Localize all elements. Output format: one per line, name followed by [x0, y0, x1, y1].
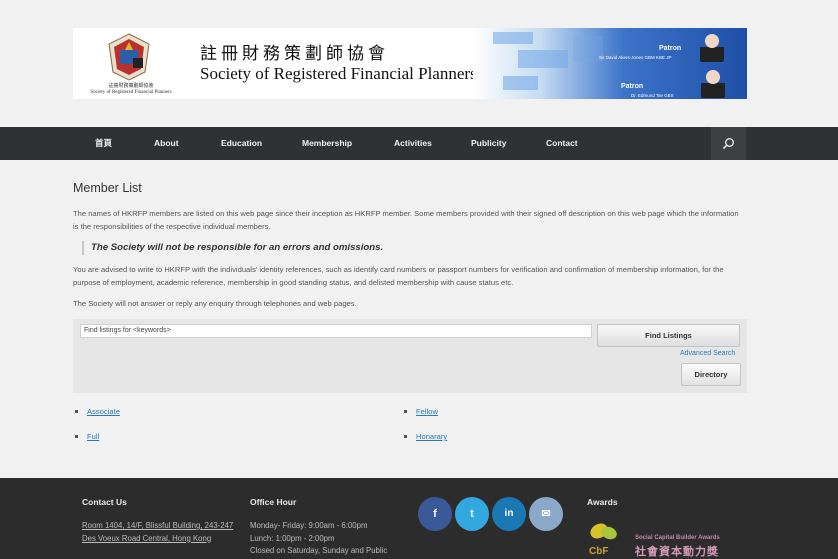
email-button[interactable]: ✉	[529, 497, 563, 531]
category-full-link[interactable]: Full	[87, 432, 99, 441]
site-footer: Contact Us Room 1404, 14/F, Blissful Bui…	[0, 478, 838, 559]
awards-heading: Awards	[587, 497, 618, 507]
patron-panel: Patron Sir David Akers-Jones GBM KBE JP …	[473, 28, 747, 99]
award-name-cn: 社會資本動力獎	[635, 545, 719, 558]
hours-line: Closed on Saturday, Sunday and Public	[250, 546, 388, 555]
patron2-photo	[701, 68, 725, 98]
decor-block	[503, 76, 538, 90]
category-associate-link[interactable]: Associate	[87, 407, 120, 416]
linkedin-button[interactable]: in	[492, 497, 526, 531]
address-link[interactable]: Room 1404, 14/F, Blissful Building, 243-…	[82, 520, 237, 545]
award-logo[interactable]: CbF Social Capital Builder Awards 社會資本動力…	[587, 519, 737, 559]
nav-search-button[interactable]	[711, 127, 746, 160]
hours-line: Monday- Friday: 9:00am - 6:00pm	[250, 521, 368, 530]
find-listings-button[interactable]: Find Listings	[597, 324, 740, 347]
nav-home[interactable]: 首頁	[95, 127, 112, 160]
hours-line: Lunch: 1:00pm - 2:00pm	[250, 533, 335, 543]
svg-text:CbF: CbF	[589, 546, 608, 557]
logo-caption-en: Society of Registered Financial Planners	[90, 90, 172, 95]
office-heading: Office Hour	[250, 497, 297, 507]
patron1-name: Sir David Akers-Jones GBM KBE JP	[599, 55, 672, 60]
main-nav: 首頁 About Education Membership Activities…	[0, 127, 838, 160]
patron2-name: Dr. Edmund Tse GBS	[631, 93, 674, 98]
decor-block	[493, 32, 533, 44]
banner-title-cn: 註冊財務策劃師協會	[200, 44, 389, 64]
nav-about[interactable]: About	[154, 127, 179, 160]
bullet	[404, 410, 407, 413]
bullet	[75, 435, 78, 438]
banner-title-en: Society of Registered Financial Planners	[200, 64, 477, 83]
advice-text: You are advised to write to HKRFP with t…	[73, 265, 724, 287]
twitter-button[interactable]: t	[455, 497, 489, 531]
advanced-search-link[interactable]: Advanced Search	[680, 350, 735, 357]
facebook-button[interactable]: f	[418, 497, 452, 531]
nav-publicity[interactable]: Publicity	[471, 127, 506, 160]
category-fellow-link[interactable]: Fellow	[416, 407, 438, 416]
award-leaf-icon: CbF	[589, 523, 617, 557]
no-reply-text: The Society will not answer or reply any…	[73, 299, 357, 308]
nav-contact[interactable]: Contact	[546, 127, 578, 160]
category-honarary-link[interactable]: Honarary	[416, 432, 447, 441]
twitter-icon: t	[470, 508, 474, 520]
patron1-label: Patron	[659, 45, 682, 52]
top-strip	[0, 0, 838, 28]
office-hours: Monday- Friday: 9:00am - 6:00pm Lunch: 1…	[250, 520, 410, 558]
search-input[interactable]: Find listings for <keywords>	[80, 324, 592, 338]
search-icon	[722, 138, 734, 150]
page-title: Member List	[73, 181, 142, 195]
contact-heading: Contact Us	[82, 497, 127, 507]
linkedin-icon: in	[504, 508, 514, 519]
intro-text: The names of HKRFP members are listed on…	[73, 209, 739, 231]
directory-button[interactable]: Directory	[681, 363, 741, 386]
facebook-icon: f	[433, 508, 437, 520]
bullet	[75, 410, 78, 413]
patron2-label: Patron	[621, 83, 644, 90]
email-icon: ✉	[541, 508, 551, 520]
decor-block	[518, 50, 568, 68]
nav-activities[interactable]: Activities	[394, 127, 432, 160]
listing-search-panel: Find listings for <keywords> Find Listin…	[73, 319, 747, 393]
logo-caption: 註冊財務策劃師協會 Society of Registered Financia…	[81, 84, 181, 96]
nav-education[interactable]: Education	[221, 127, 262, 160]
site-banner[interactable]: 註冊財務策劃師協會 Society of Registered Financia…	[73, 28, 747, 99]
patron1-photo	[700, 32, 724, 62]
nav-membership[interactable]: Membership	[302, 127, 352, 160]
disclaimer-quote: The Society will not be responsible for …	[82, 241, 383, 255]
award-name-en: Social Capital Builder Awards	[635, 535, 720, 541]
bullet	[404, 435, 407, 438]
society-logo-icon	[108, 33, 150, 81]
